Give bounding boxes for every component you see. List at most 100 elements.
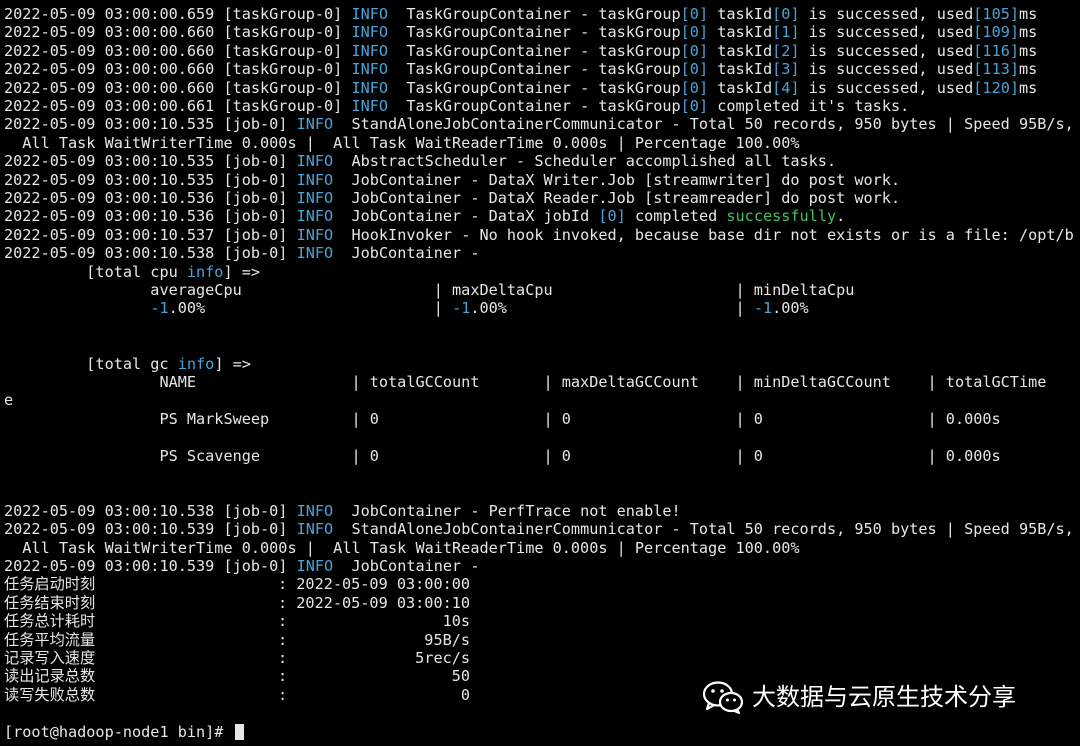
- highlight-text: info: [186, 262, 224, 281]
- line-text: is successed, used: [799, 78, 974, 97]
- highlight-text: [1]: [772, 23, 800, 42]
- terminal-line: averageCpu | maxDeltaCpu | minDeltaCpu: [4, 281, 854, 299]
- highlight-text: [0]: [680, 5, 709, 23]
- line-text: taskId: [708, 60, 773, 79]
- line-text: 2022-05-09 03:00:00.660 [taskGroup-0]: [4, 23, 352, 42]
- terminal-line: All Task WaitWriterTime 0.000s | All Tas…: [4, 539, 799, 557]
- highlight-text: INFO: [296, 189, 334, 207]
- line-text: [4, 299, 150, 317]
- watermark: 大数据与云原生技术分享: [702, 679, 1016, 715]
- terminal-cursor[interactable]: [234, 723, 244, 740]
- line-text: taskId: [708, 78, 773, 97]
- line-text: JobContainer -: [333, 244, 480, 263]
- line-text: 2022-05-09 03:00:10.535 [job-0]: [4, 115, 297, 134]
- line-text: TaskGroupContainer - taskGroup: [388, 97, 681, 115]
- line-text: JobContainer - DataX Reader.Job [streamr…: [333, 189, 901, 207]
- line-text: 2022-05-09 03:00:10.537 [job-0]: [4, 225, 297, 244]
- terminal-window[interactable]: 2022-05-09 03:00:00.659 [taskGroup-0] IN…: [0, 0, 1080, 746]
- terminal-line: 2022-05-09 03:00:00.660 [taskGroup-0] IN…: [4, 79, 1037, 97]
- line-text: HookInvoker - No hook invoked, because b…: [333, 225, 1074, 244]
- line-text: 读出记录总数 : 50: [4, 667, 471, 686]
- line-text: 2022-05-09 03:00:10.536 [job-0]: [4, 189, 297, 207]
- line-text: PS MarkSweep | 0 | 0 | 0 | 0.000s: [4, 409, 1001, 428]
- line-text: 2022-05-09 03:00:10.539 [job-0]: [4, 557, 297, 575]
- terminal-line: 2022-05-09 03:00:10.536 [job-0] INFO Job…: [4, 207, 845, 225]
- line-text: 2022-05-09 03:00:10.538 [job-0]: [4, 244, 297, 263]
- line-text: ms: [1019, 23, 1038, 42]
- highlight-text: INFO: [351, 78, 389, 97]
- line-text: 2022-05-09 03:00:10.536 [job-0]: [4, 207, 297, 226]
- highlight-text: INFO: [296, 207, 334, 226]
- terminal-line: [total gc info] =>: [4, 355, 251, 373]
- terminal-line: 任务平均流量 : 95B/s: [4, 631, 470, 649]
- line-text: PS Scavenge | 0 | 0 | 0 | 0.000s: [4, 446, 1001, 465]
- line-text: ms: [1019, 5, 1038, 23]
- highlight-text: [109]: [973, 23, 1019, 42]
- terminal-line: 2022-05-09 03:00:10.536 [job-0] INFO Job…: [4, 189, 900, 207]
- line-text: is successed, used: [799, 60, 974, 79]
- highlight-text: [0]: [598, 207, 626, 226]
- line-text: .: [836, 207, 846, 226]
- line-text: 任务总计耗时 : 10s: [4, 612, 471, 631]
- terminal-line: 2022-05-09 03:00:00.659 [taskGroup-0] IN…: [4, 5, 1037, 23]
- terminal-line: 2022-05-09 03:00:00.660 [taskGroup-0] IN…: [4, 42, 1037, 60]
- line-text: ms: [1019, 60, 1038, 79]
- line-text: .00% |: [168, 299, 453, 318]
- highlight-text: INFO: [351, 60, 389, 79]
- line-text: [total gc: [4, 354, 178, 373]
- terminal-line: 任务结束时刻 : 2022-05-09 03:00:10: [4, 594, 470, 612]
- line-text: is successed, used: [799, 5, 974, 23]
- terminal-line: PS MarkSweep | 0 | 0 | 0 | 0.000s: [4, 409, 1001, 428]
- highlight-text: INFO: [351, 23, 389, 42]
- line-text: completed it's tasks.: [708, 97, 910, 115]
- line-text: completed: [625, 207, 727, 226]
- highlight-text: -1: [753, 299, 773, 318]
- line-text: 任务结束时刻 : 2022-05-09 03:00:10: [4, 593, 471, 612]
- line-text: ms: [1019, 41, 1038, 60]
- terminal-line: NAME | totalGCCount | maxDeltaGCCount | …: [4, 373, 1046, 391]
- highlight-text: [0]: [680, 60, 709, 79]
- line-text: 2022-05-09 03:00:10.535 [job-0]: [4, 170, 297, 189]
- line-text: TaskGroupContainer - taskGroup: [388, 78, 681, 97]
- line-text: ] =>: [223, 262, 261, 281]
- line-text: 2022-05-09 03:00:10.539 [job-0]: [4, 520, 297, 539]
- highlight-text: info: [177, 354, 215, 373]
- line-text: JobContainer - DataX jobId: [333, 207, 599, 226]
- terminal-line: PS Scavenge | 0 | 0 | 0 | 0.000s: [4, 446, 1001, 465]
- highlight-text: -1: [150, 299, 169, 318]
- terminal-line: 任务总计耗时 : 10s: [4, 612, 470, 630]
- line-text: JobContainer -: [333, 557, 480, 575]
- terminal-line: 2022-05-09 03:00:10.535 [job-0] INFO Abs…: [4, 152, 836, 170]
- line-text: e: [4, 391, 14, 410]
- terminal-line: 读出记录总数 : 50: [4, 667, 470, 685]
- line-text: 2022-05-09 03:00:00.660 [taskGroup-0]: [4, 60, 352, 79]
- terminal-line: 2022-05-09 03:00:10.538 [job-0] INFO Job…: [4, 502, 681, 520]
- terminal-line: 2022-05-09 03:00:10.539 [job-0] INFO Job…: [4, 557, 480, 575]
- line-text: TaskGroupContainer - taskGroup: [388, 5, 681, 23]
- highlight-text: INFO: [296, 170, 334, 189]
- line-text: 2022-05-09 03:00:00.659 [taskGroup-0]: [4, 5, 352, 23]
- line-text: 2022-05-09 03:00:10.535 [job-0]: [4, 152, 297, 171]
- highlight-text: [120]: [973, 78, 1019, 97]
- line-text: 记录写入速度 : 5rec/s: [4, 649, 471, 667]
- line-text: TaskGroupContainer - taskGroup: [388, 23, 681, 42]
- highlight-text: [0]: [680, 41, 709, 60]
- terminal-line: All Task WaitWriterTime 0.000s | All Tas…: [4, 134, 799, 152]
- line-text: StandAloneJobContainerCommunicator - Tot…: [333, 115, 1074, 134]
- terminal-line: 2022-05-09 03:00:00.660 [taskGroup-0] IN…: [4, 23, 1037, 41]
- highlight-text: [0]: [680, 97, 709, 115]
- terminal-line: 任务启动时刻 : 2022-05-09 03:00:00: [4, 575, 470, 593]
- line-text: 2022-05-09 03:00:10.538 [job-0]: [4, 501, 297, 520]
- line-text: taskId: [708, 5, 773, 23]
- success-text: successfully: [726, 207, 837, 226]
- highlight-text: INFO: [296, 557, 334, 575]
- line-text: JobContainer - PerfTrace not enable!: [333, 501, 681, 520]
- highlight-text: INFO: [296, 152, 334, 171]
- line-text: StandAloneJobContainerCommunicator - Tot…: [333, 520, 1074, 539]
- terminal-line: 2022-05-09 03:00:10.535 [job-0] INFO Job…: [4, 171, 900, 189]
- line-text: taskId: [708, 23, 773, 42]
- terminal-line: 2022-05-09 03:00:10.537 [job-0] INFO Hoo…: [4, 226, 1074, 244]
- line-text: is successed, used: [799, 23, 974, 42]
- terminal-line: e: [4, 391, 13, 409]
- line-text: [total cpu: [4, 262, 187, 281]
